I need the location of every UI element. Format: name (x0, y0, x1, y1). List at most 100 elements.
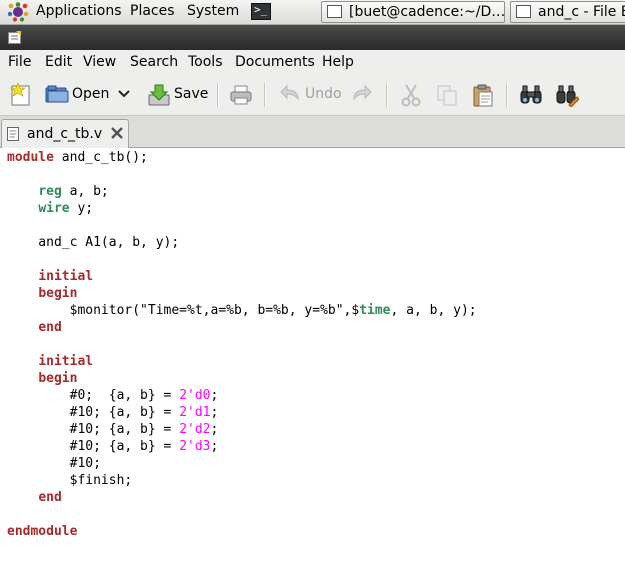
menu-bar: File Edit View Search Tools Documents He… (0, 50, 625, 75)
code-line[interactable]: #10; {a, b} = 2'd1; (7, 404, 477, 421)
copy-button[interactable] (434, 81, 460, 109)
top-panel: Applications Places System >_ [buet@cade… (0, 0, 625, 25)
code-line[interactable]: initial (7, 268, 477, 285)
code-token-kw: begin (38, 286, 78, 301)
code-token: and_c_tb(); (53, 150, 148, 165)
menu-file[interactable]: File (8, 54, 31, 70)
menu-tools[interactable]: Tools (188, 54, 223, 70)
menu-edit[interactable]: Edit (45, 54, 72, 70)
code-line[interactable]: $monitor("Time=%t,a=%b, b=%b, y=%b",$tim… (7, 302, 477, 319)
menu-documents[interactable]: Documents (235, 54, 315, 70)
toolbar-separator (386, 83, 388, 107)
code-token-ty: reg (38, 184, 62, 199)
code-token: y; (69, 201, 94, 216)
terminal-prompt-glyph: >_ (254, 3, 268, 16)
code-token: #10; {a, b} = (7, 405, 180, 420)
taskbar-gedit-button[interactable]: and_c - File B (510, 1, 625, 23)
code-line[interactable]: $finish; (7, 472, 477, 489)
code-line[interactable] (7, 166, 477, 183)
tab-and-c-tb[interactable]: and_c_tb.v (1, 119, 129, 148)
taskbar-gedit-label: and_c - File B (538, 4, 625, 20)
code-line[interactable]: #10; (7, 455, 477, 472)
code-line[interactable]: and_c A1(a, b, y); (7, 234, 477, 251)
text-document-icon (7, 127, 19, 141)
new-document-button[interactable] (7, 81, 33, 109)
code-line[interactable]: #10; {a, b} = 2'd2; (7, 421, 477, 438)
code-token: and_c A1(a, b, y); (7, 235, 180, 250)
code-token: #10; {a, b} = (7, 422, 180, 437)
dropdown-arrow-icon[interactable] (118, 90, 130, 98)
copy-icon (437, 85, 457, 106)
system-menu[interactable]: System (187, 3, 239, 19)
paste-button[interactable] (470, 81, 496, 109)
code-token: #10; {a, b} = (7, 439, 180, 454)
menu-help[interactable]: Help (322, 54, 354, 70)
code-token-sys: time (359, 303, 391, 318)
window-menu-icon[interactable] (8, 31, 22, 44)
taskbar-terminal-label: [buet@cadence:~/D… (349, 4, 505, 20)
tab-label: and_c_tb.v (27, 126, 103, 142)
code-token: $finish; (7, 473, 133, 488)
find-replace-button[interactable] (554, 81, 580, 109)
close-icon[interactable] (109, 125, 125, 141)
code-line[interactable]: wire y; (7, 200, 477, 217)
toolbar-separator (217, 83, 219, 107)
code-line[interactable] (7, 217, 477, 234)
places-menu[interactable]: Places (130, 3, 175, 19)
code-line[interactable]: begin (7, 285, 477, 302)
menu-search[interactable]: Search (130, 54, 178, 70)
code-line[interactable]: end (7, 319, 477, 336)
file-window-icon (516, 5, 531, 18)
taskbar-terminal-button[interactable]: [buet@cadence:~/D… (321, 1, 505, 23)
terminal-launcher-icon[interactable]: >_ (251, 3, 271, 20)
code-line[interactable]: endmodule (7, 523, 477, 540)
redo-button[interactable] (350, 81, 374, 109)
menu-view[interactable]: View (83, 54, 116, 70)
code-line[interactable] (7, 506, 477, 523)
code-line[interactable]: #0; {a, b} = 2'd0; (7, 387, 477, 404)
code-token-num: 2'd3 (179, 439, 211, 454)
code-content[interactable]: module and_c_tb(); reg a, b; wire y; and… (7, 149, 477, 540)
code-line[interactable]: module and_c_tb(); (7, 149, 477, 166)
code-token: a, b; (61, 184, 109, 199)
code-line[interactable]: begin (7, 370, 477, 387)
code-line[interactable]: end (7, 489, 477, 506)
save-label: Save (174, 86, 209, 102)
print-button[interactable] (228, 81, 254, 109)
document-tab-bar: and_c_tb.v (0, 116, 625, 148)
cut-icon (401, 84, 421, 107)
undo-button[interactable]: Undo (278, 81, 344, 109)
code-line[interactable]: #10; {a, b} = 2'd3; (7, 438, 477, 455)
code-line[interactable]: initial (7, 353, 477, 370)
applications-menu[interactable]: Applications (36, 3, 122, 19)
find-button[interactable] (518, 81, 544, 109)
find-replace-icon (556, 85, 579, 107)
code-token-kw: end (38, 490, 62, 505)
code-line[interactable] (7, 251, 477, 268)
terminal-window-icon (327, 5, 342, 18)
code-token-kw: end (38, 320, 62, 335)
cut-button[interactable] (398, 81, 424, 109)
find-icon (520, 85, 542, 104)
gnome-foot-icon[interactable] (7, 2, 29, 22)
toolbar: Open Save Undo (0, 75, 625, 116)
code-token: , a, b, y); (390, 303, 477, 318)
toolbar-separator (506, 83, 508, 107)
code-token-kw: initial (38, 269, 94, 284)
save-button[interactable]: Save (146, 81, 208, 109)
code-token: #10; (7, 456, 101, 471)
code-token-kw: endmodule (7, 524, 78, 539)
editor-text-area[interactable]: module and_c_tb(); reg a, b; wire y; and… (0, 148, 625, 570)
code-line[interactable]: reg a, b; (7, 183, 477, 200)
open-folder-icon (45, 85, 69, 103)
code-token-num: 2'd0 (179, 388, 211, 403)
code-token: ; (210, 439, 219, 454)
window-titlebar[interactable] (0, 25, 625, 50)
open-button[interactable]: Open (44, 81, 136, 109)
code-line[interactable] (7, 336, 477, 353)
